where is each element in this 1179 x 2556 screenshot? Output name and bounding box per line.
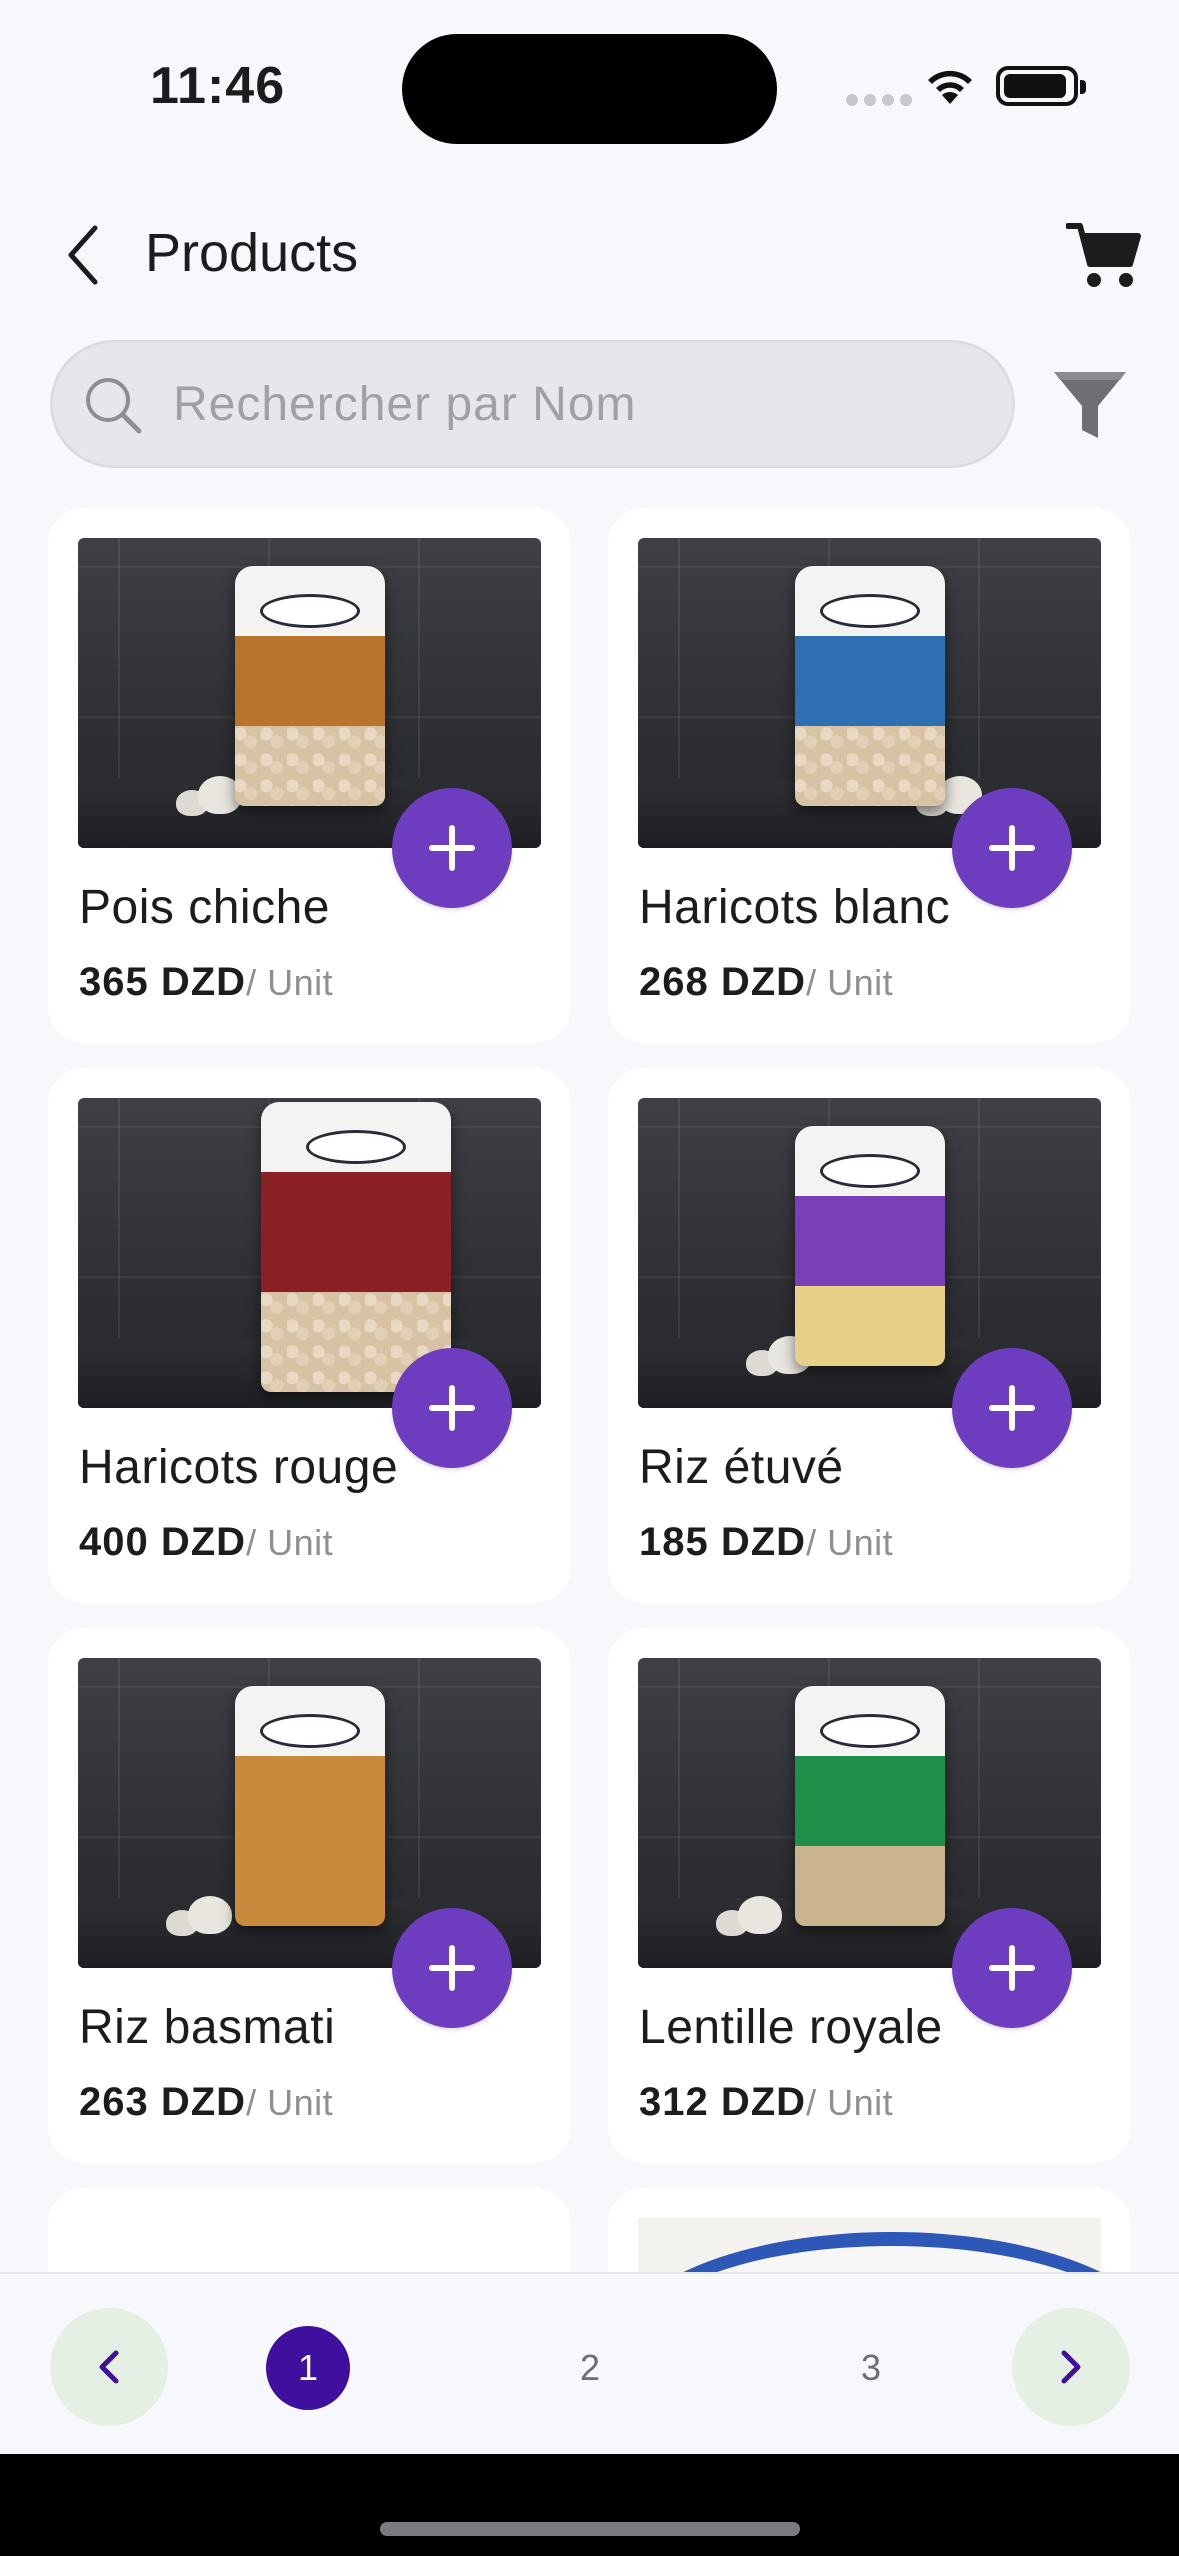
previous-page-button[interactable] [50,2308,168,2426]
page-title: Products [145,223,359,283]
cellular-signal-icon [846,94,912,106]
product-card[interactable]: Riz étuvé 185 DZD/ Unit [608,1068,1131,1603]
price-value: 312 DZD [639,2080,807,2124]
cart-icon [1065,223,1141,287]
product-name: Riz étuvé [639,1441,844,1494]
add-to-cart-button[interactable] [952,1908,1072,2028]
add-to-cart-button[interactable] [392,1908,512,2028]
next-page-button[interactable] [1012,2308,1130,2426]
add-to-cart-button[interactable] [392,1348,512,1468]
plus-icon [429,1385,475,1431]
product-card[interactable]: Haricots blanc 268 DZD/ Unit [608,508,1131,1043]
price-unit: / Unit [806,962,894,1003]
back-button[interactable] [48,220,118,290]
battery-icon [996,66,1086,106]
home-indicator[interactable] [380,2522,800,2536]
price-unit: / Unit [246,2082,334,2123]
add-to-cart-button[interactable] [952,788,1072,908]
status-time: 11:46 [150,57,286,115]
chevron-left-icon [68,225,98,285]
price-unit: / Unit [246,1522,334,1563]
price-unit: / Unit [246,962,334,1003]
filter-button[interactable] [1050,368,1130,444]
product-price: 268 DZD/ Unit [639,960,893,1005]
add-to-cart-button[interactable] [952,1348,1072,1468]
product-image [638,2218,1101,2278]
status-bar: 11:46 [0,0,1179,170]
plus-icon [989,825,1035,871]
filter-icon [1054,372,1126,438]
home-indicator-area [0,2454,1179,2556]
price-value: 365 DZD [79,960,247,1004]
chevron-left-icon [99,2350,119,2384]
plus-icon [429,825,475,871]
search-icon [86,378,142,434]
product-card-partial[interactable] [608,2188,1131,2278]
price-value: 185 DZD [639,1520,807,1564]
pagination-bar: 1 2 3 [0,2272,1179,2454]
product-price: 312 DZD/ Unit [639,2080,893,2125]
page-number-1[interactable]: 1 [266,2326,350,2410]
product-card[interactable]: Lentille royale 312 DZD/ Unit [608,1628,1131,2163]
price-unit: / Unit [806,2082,894,2123]
product-card[interactable]: Haricots rouge 400 DZD/ Unit [48,1068,571,1603]
page-number-2[interactable]: 2 [548,2326,632,2410]
product-price: 365 DZD/ Unit [79,960,333,1005]
product-name: Lentille royale [639,2001,943,2054]
product-name: Haricots blanc [639,881,951,934]
price-unit: / Unit [806,1522,894,1563]
product-price: 400 DZD/ Unit [79,1520,333,1565]
product-price: 185 DZD/ Unit [639,1520,893,1565]
product-name: Pois chiche [79,881,330,934]
chevron-right-icon [1061,2350,1081,2384]
product-price: 263 DZD/ Unit [79,2080,333,2125]
plus-icon [989,1385,1035,1431]
dynamic-island [402,34,777,144]
wifi-icon [928,70,972,104]
plus-icon [429,1945,475,1991]
plus-icon [989,1945,1035,1991]
price-value: 263 DZD [79,2080,247,2124]
page-number-3[interactable]: 3 [829,2326,913,2410]
product-name: Riz basmati [79,2001,336,2054]
product-card[interactable]: Pois chiche 365 DZD/ Unit [48,508,571,1043]
search-bar [50,340,1015,468]
search-input[interactable] [173,343,993,465]
app-header: Products [0,200,1179,310]
cart-button[interactable] [1065,220,1142,290]
price-value: 400 DZD [79,1520,247,1564]
price-value: 268 DZD [639,960,807,1004]
product-card[interactable]: Riz basmati 263 DZD/ Unit [48,1628,571,2163]
product-name: Haricots rouge [79,1441,399,1494]
product-card-partial[interactable] [48,2188,571,2278]
add-to-cart-button[interactable] [392,788,512,908]
